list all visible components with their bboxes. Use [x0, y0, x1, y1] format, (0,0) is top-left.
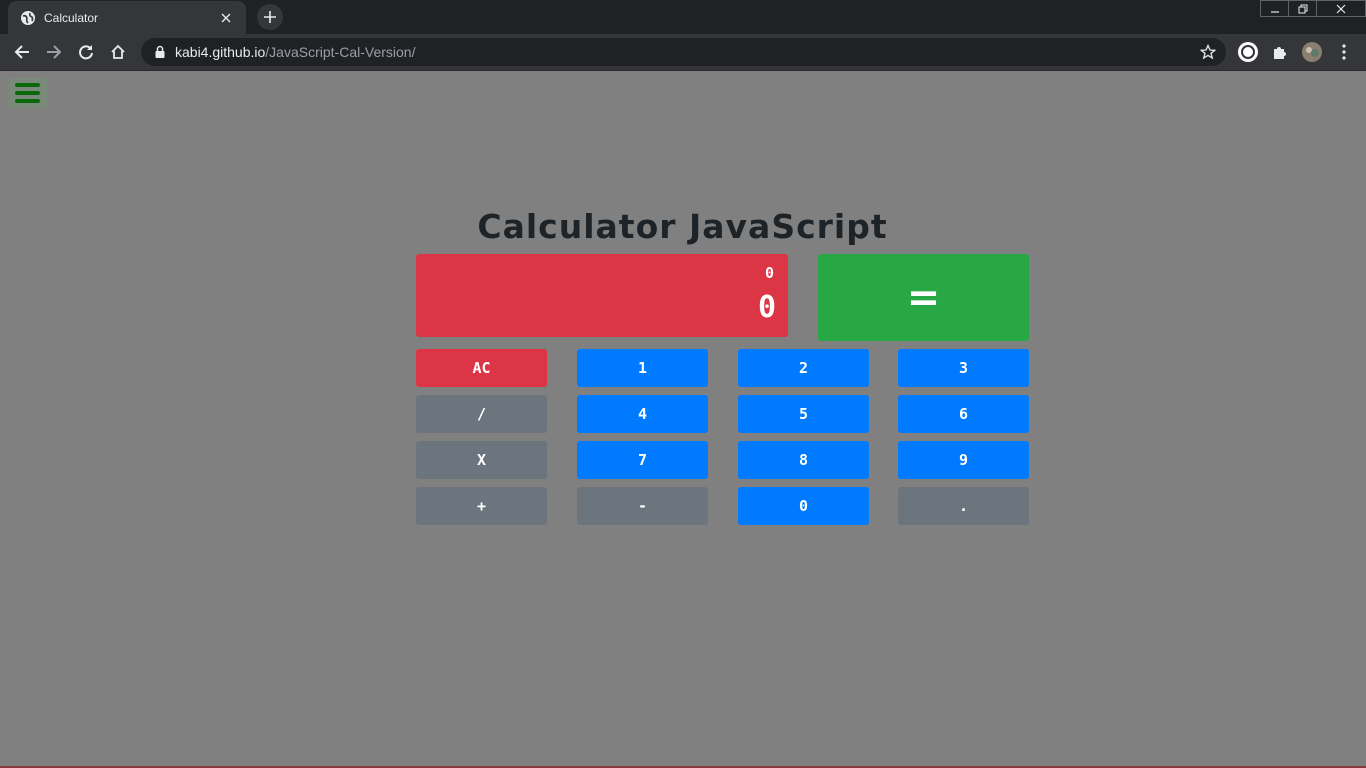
hamburger-line — [15, 83, 40, 87]
close-tab-icon[interactable] — [216, 8, 236, 28]
digit-3-button[interactable]: 3 — [898, 349, 1029, 387]
url-text: kabi4.github.io/JavaScript-Cal-Version/ — [175, 44, 415, 60]
decimal-point-button[interactable]: . — [898, 487, 1029, 525]
restore-button[interactable] — [1288, 0, 1317, 17]
lock-icon — [153, 45, 167, 59]
add-button[interactable]: + — [416, 487, 547, 525]
hamburger-line — [15, 99, 40, 103]
url-host: kabi4.github.io — [175, 44, 266, 60]
digit-8-button[interactable]: 8 — [738, 441, 869, 479]
divide-button[interactable]: / — [416, 395, 547, 433]
reload-button[interactable] — [74, 40, 98, 64]
digit-4-button[interactable]: 4 — [577, 395, 708, 433]
close-window-button[interactable] — [1316, 0, 1366, 17]
new-tab-button[interactable] — [257, 4, 283, 30]
browser-tabstrip: Calculator — [0, 0, 1366, 34]
profile-avatar[interactable] — [1300, 40, 1324, 64]
tab-title: Calculator — [44, 10, 99, 25]
globe-icon — [20, 10, 36, 26]
multiply-button[interactable]: X — [416, 441, 547, 479]
arrow-right-icon — [47, 45, 62, 59]
hamburger-line — [15, 91, 40, 95]
all-clear-button[interactable]: AC — [416, 349, 547, 387]
page-title: Calculator JavaScript — [477, 207, 888, 246]
digit-1-button[interactable]: 1 — [577, 349, 708, 387]
digit-2-button[interactable]: 2 — [738, 349, 869, 387]
digit-5-button[interactable]: 5 — [738, 395, 869, 433]
digit-7-button[interactable]: 7 — [577, 441, 708, 479]
current-operand: 0 — [757, 290, 776, 325]
arrow-left-icon — [14, 45, 29, 59]
reload-icon — [79, 45, 93, 60]
digit-6-button[interactable]: 6 — [898, 395, 1029, 433]
minimize-button[interactable] — [1260, 0, 1289, 17]
subtract-button[interactable]: - — [577, 487, 708, 525]
bookmark-star-icon[interactable] — [1200, 44, 1216, 60]
home-button[interactable] — [106, 40, 130, 64]
window-controls — [1260, 0, 1366, 17]
extension-circle-icon[interactable] — [1236, 40, 1260, 64]
digit-0-button[interactable]: 0 — [738, 487, 869, 525]
calculator-display: 0 0 — [416, 254, 788, 337]
plus-icon — [264, 11, 276, 23]
extensions-puzzle-icon[interactable] — [1268, 40, 1292, 64]
home-icon — [111, 44, 125, 59]
previous-operand: 0 — [764, 264, 774, 282]
browser-toolbar: kabi4.github.io/JavaScript-Cal-Version/ — [0, 34, 1366, 71]
digit-9-button[interactable]: 9 — [898, 441, 1029, 479]
back-button[interactable] — [10, 40, 34, 64]
forward-button[interactable] — [42, 40, 66, 64]
address-bar[interactable]: kabi4.github.io/JavaScript-Cal-Version/ — [141, 38, 1226, 66]
hamburger-icon[interactable] — [8, 78, 47, 108]
url-path: /JavaScript-Cal-Version/ — [265, 44, 416, 60]
browser-tab[interactable]: Calculator — [8, 1, 246, 34]
equals-button[interactable]: = — [818, 254, 1029, 341]
more-vertical-icon[interactable] — [1332, 40, 1356, 64]
